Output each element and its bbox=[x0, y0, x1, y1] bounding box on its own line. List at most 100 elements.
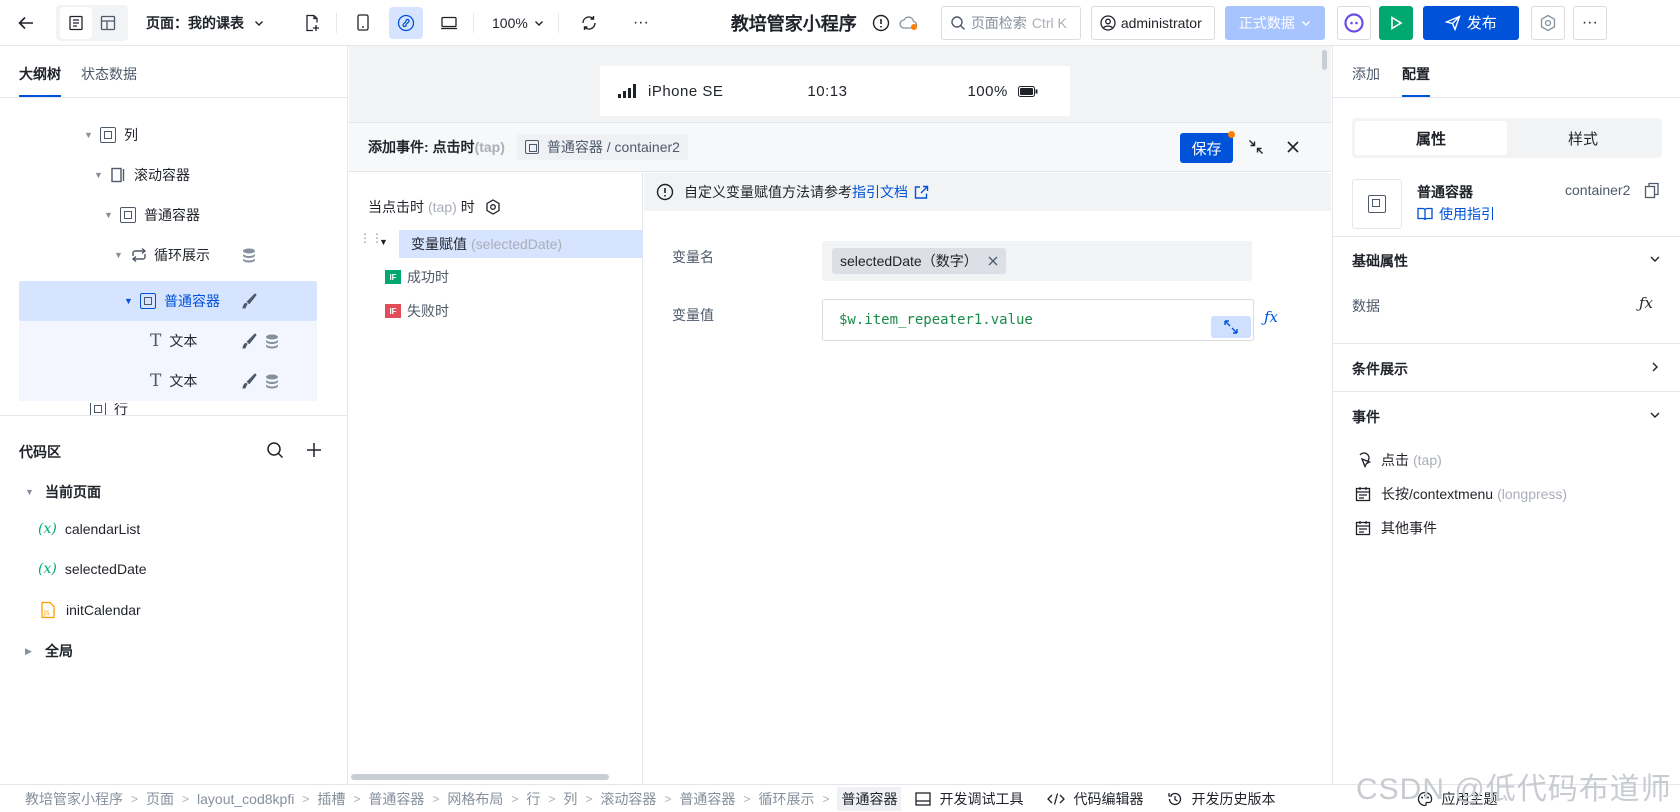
tab-config[interactable]: 配置 bbox=[1402, 64, 1430, 97]
caret-down-icon: ▼ bbox=[124, 296, 133, 306]
breadcrumb-current[interactable]: 普通容器 bbox=[837, 786, 902, 811]
env-selector[interactable]: 正式数据 bbox=[1224, 5, 1325, 40]
settings-hexagon-icon bbox=[1539, 14, 1557, 32]
branch-success[interactable]: IF 成功时 bbox=[385, 267, 449, 287]
dev-debug-tool[interactable]: 开发调试工具 bbox=[915, 789, 1023, 809]
more-menu-button[interactable]: ··· bbox=[1572, 5, 1607, 40]
var-name-tag: selectedDate（数字） bbox=[832, 248, 1006, 274]
cloud-sync-icon[interactable] bbox=[897, 7, 921, 39]
chevron-down-icon[interactable] bbox=[1649, 253, 1661, 265]
section-title[interactable]: 事件 bbox=[1352, 407, 1380, 427]
info-circle-icon[interactable] bbox=[869, 7, 893, 39]
breadcrumb-item[interactable]: 网格布局 bbox=[447, 789, 503, 809]
var-name-select[interactable]: selectedDate（数字） bbox=[822, 241, 1252, 281]
code-item[interactable]: JS initCalendar bbox=[40, 601, 141, 619]
history-tool[interactable]: 开发历史版本 bbox=[1167, 789, 1275, 809]
tree-node[interactable]: ▼ 普通容器 bbox=[124, 283, 220, 319]
code-editor-tool[interactable]: 代码编辑器 bbox=[1047, 789, 1143, 809]
breadcrumb-item[interactable]: 教培管家小程序 bbox=[25, 789, 123, 809]
trigger-suffix: 时 bbox=[460, 199, 475, 215]
tree-node[interactable]: T 文本 bbox=[150, 323, 197, 359]
segment-props[interactable]: 属性 bbox=[1355, 121, 1507, 155]
tab-add[interactable]: 添加 bbox=[1352, 64, 1380, 97]
component-thumb bbox=[1352, 179, 1402, 229]
event-other[interactable]: 其他事件 bbox=[1355, 518, 1437, 538]
settings-hexagon-icon[interactable] bbox=[485, 199, 501, 215]
breadcrumb-item[interactable]: 列 bbox=[563, 789, 577, 809]
tree-node[interactable]: ▼ 普通容器 bbox=[104, 197, 200, 233]
breadcrumb-item[interactable]: 行 bbox=[526, 789, 540, 809]
page-search-input[interactable]: 页面检索 Ctrl K bbox=[940, 5, 1081, 40]
formula-fx-icon[interactable]: ƒx bbox=[1264, 308, 1278, 326]
canvas-scrollbar[interactable] bbox=[1322, 50, 1327, 70]
external-link-icon[interactable] bbox=[914, 185, 929, 200]
miniprogram-device-icon[interactable] bbox=[389, 6, 423, 39]
datasource-icon bbox=[265, 374, 279, 390]
var-value-input[interactable]: $w.item_repeater1.value bbox=[822, 299, 1254, 341]
code-group-current-page[interactable]: ▼ 当前页面 bbox=[25, 482, 101, 502]
tree-node[interactable]: ▼ 循环展示 bbox=[114, 237, 254, 273]
refresh-icon[interactable] bbox=[573, 7, 605, 39]
tree-node[interactable]: T 文本 bbox=[150, 363, 197, 399]
back-arrow-icon[interactable] bbox=[10, 7, 42, 39]
more-icon[interactable]: ··· bbox=[625, 7, 657, 39]
expand-editor-icon[interactable] bbox=[1211, 316, 1251, 338]
tab-outline[interactable]: 大纲树 bbox=[19, 64, 61, 97]
mobile-device-icon[interactable] bbox=[347, 7, 379, 39]
breadcrumb-item[interactable]: 插槽 bbox=[317, 789, 345, 809]
tree-node-label: 列 bbox=[124, 127, 138, 143]
tab-state-data[interactable]: 状态数据 bbox=[81, 64, 137, 97]
user-menu[interactable]: administrator bbox=[1090, 5, 1215, 40]
code-item[interactable]: (𝑥) selectedDate bbox=[38, 561, 147, 577]
trigger-row: 当点击时 (tap) 时 bbox=[368, 197, 501, 217]
add-icon[interactable] bbox=[306, 442, 322, 458]
save-button[interactable]: 保存 bbox=[1180, 133, 1233, 163]
caret-down-icon[interactable]: ▼ bbox=[379, 237, 388, 247]
new-page-icon[interactable] bbox=[296, 7, 328, 39]
section-title[interactable]: 基础属性 bbox=[1352, 251, 1408, 271]
desktop-device-icon[interactable] bbox=[433, 7, 465, 39]
breadcrumb-item[interactable]: 滚动容器 bbox=[600, 789, 656, 809]
tree-node[interactable]: ▼ 列 bbox=[84, 117, 138, 153]
publish-button[interactable]: 发布 bbox=[1422, 5, 1519, 40]
page-list-icon[interactable] bbox=[60, 6, 92, 39]
code-group-global[interactable]: ▶ 全局 bbox=[25, 641, 73, 661]
chevron-right-icon[interactable] bbox=[1649, 361, 1661, 373]
event-panel-header: 添加事件: 点击时(tap) 普通容器 / container2 保存 bbox=[349, 123, 1331, 172]
variable-icon: (𝑥) bbox=[38, 521, 57, 537]
page-selector[interactable]: 页面：我的课表 bbox=[146, 13, 264, 33]
breadcrumb-sep: > bbox=[585, 791, 593, 806]
event-longpress[interactable]: 长按/contextmenu (longpress) bbox=[1355, 484, 1567, 504]
segment-style[interactable]: 样式 bbox=[1507, 121, 1659, 155]
section-title[interactable]: 条件展示 bbox=[1352, 359, 1408, 379]
tree-node[interactable]: ▼ 滚动容器 bbox=[94, 157, 190, 193]
zoom-selector[interactable]: 100% bbox=[492, 15, 544, 31]
formula-fx-icon[interactable]: ƒx bbox=[1639, 294, 1653, 312]
event-sub: (longpress) bbox=[1497, 486, 1568, 502]
breadcrumb-item[interactable]: layout_cod8kpfi bbox=[197, 791, 294, 807]
branch-fail[interactable]: IF 失败时 bbox=[385, 301, 449, 321]
close-icon[interactable] bbox=[1286, 140, 1300, 154]
breadcrumb-item[interactable]: 普通容器 bbox=[679, 789, 735, 809]
collapse-icon[interactable] bbox=[1248, 139, 1264, 155]
tree-node-label: 行 bbox=[114, 403, 128, 415]
event-tap[interactable]: 点击 (tap) bbox=[1355, 450, 1442, 470]
breadcrumb-item[interactable]: 普通容器 bbox=[368, 789, 424, 809]
breadcrumb-item[interactable]: 循环展示 bbox=[758, 789, 814, 809]
copy-icon[interactable] bbox=[1644, 182, 1660, 199]
action-item-assign[interactable]: 变量赋值 (selectedDate) bbox=[399, 230, 643, 258]
settings-button[interactable] bbox=[1530, 5, 1565, 40]
search-icon[interactable] bbox=[266, 441, 284, 459]
event-title-text: 添加事件: 点击时 bbox=[368, 139, 475, 155]
canvas-h-scrollbar[interactable] bbox=[351, 774, 609, 780]
chevron-down-icon[interactable] bbox=[1649, 409, 1661, 421]
close-icon[interactable] bbox=[988, 256, 998, 266]
tree-node[interactable]: 行 bbox=[90, 403, 128, 415]
breadcrumb-item[interactable]: 页面 bbox=[146, 789, 174, 809]
layout-icon[interactable] bbox=[92, 7, 124, 39]
code-item[interactable]: (𝑥) calendarList bbox=[38, 521, 140, 537]
preview-button[interactable] bbox=[1378, 5, 1413, 40]
ai-assistant-button[interactable] bbox=[1336, 5, 1371, 40]
guide-doc-link[interactable]: 指引文档 bbox=[852, 182, 908, 202]
usage-guide-link[interactable]: 使用指引 bbox=[1417, 204, 1495, 224]
